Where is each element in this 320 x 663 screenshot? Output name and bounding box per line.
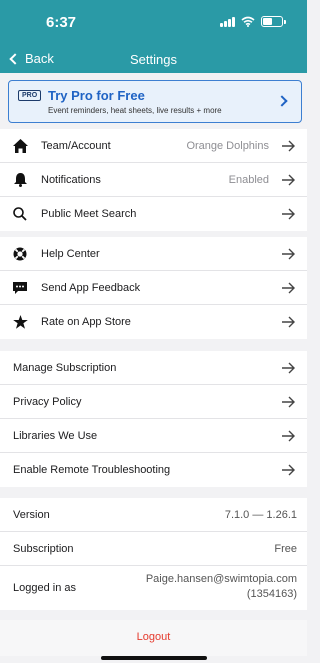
logged-in-value: Paige.hansen@swimtopia.com (1354163) xyxy=(146,572,297,602)
row-value: Enabled xyxy=(228,173,269,186)
status-bar: 6:37 xyxy=(0,0,307,46)
chevron-right-icon xyxy=(276,95,288,107)
arrow-right-icon xyxy=(282,174,295,186)
settings-group-account: Team/Account Orange Dolphins Notificatio… xyxy=(0,129,307,231)
row-label: Help Center xyxy=(41,247,100,260)
row-send-feedback[interactable]: Send App Feedback xyxy=(0,271,307,305)
row-team-account[interactable]: Team/Account Orange Dolphins xyxy=(0,129,307,163)
row-privacy-policy[interactable]: Privacy Policy xyxy=(0,385,307,419)
row-label: Public Meet Search xyxy=(41,208,137,220)
home-indicator xyxy=(101,656,207,660)
status-icons xyxy=(220,16,286,27)
star-icon xyxy=(12,315,28,329)
row-label: Send App Feedback xyxy=(41,281,141,294)
arrow-right-icon xyxy=(282,362,295,374)
subscription-value: Free xyxy=(274,542,297,555)
arrow-right-icon xyxy=(282,396,295,408)
row-label: Team/Account xyxy=(41,139,111,152)
logged-in-email: Paige.hansen@swimtopia.com xyxy=(145,573,297,585)
arrow-right-icon xyxy=(282,282,295,294)
search-icon xyxy=(12,207,28,221)
arrow-right-icon xyxy=(282,248,295,260)
arrow-right-icon xyxy=(282,208,295,220)
row-public-meet-search[interactable]: Public Meet Search xyxy=(0,197,307,231)
row-libraries[interactable]: Libraries We Use xyxy=(0,419,307,453)
row-notifications[interactable]: Notifications Enabled xyxy=(0,163,307,197)
pro-badge: PRO xyxy=(18,90,42,101)
arrow-right-icon xyxy=(282,430,295,442)
bell-icon xyxy=(12,173,28,187)
version-value: 7.1.0 — 1.26.1 xyxy=(224,508,297,521)
pro-banner-title: Try Pro for Free xyxy=(48,88,145,103)
arrow-right-icon xyxy=(282,140,295,152)
row-version: Version 7.1.0 — 1.26.1 xyxy=(0,498,307,532)
try-pro-banner[interactable]: PRO Try Pro for Free Event reminders, he… xyxy=(8,80,302,123)
row-label: Manage Subscription xyxy=(13,361,117,374)
row-label: Notifications xyxy=(41,173,101,186)
row-label: Libraries We Use xyxy=(13,429,98,442)
home-icon xyxy=(12,139,28,153)
lifebuoy-icon xyxy=(12,247,28,261)
wifi-icon xyxy=(241,16,255,27)
row-label: Privacy Policy xyxy=(13,395,82,408)
row-rate-app[interactable]: Rate on App Store xyxy=(0,305,307,339)
logged-in-label: Logged in as xyxy=(13,582,76,594)
chat-bubble-icon xyxy=(12,281,28,295)
page-title: Settings xyxy=(130,52,177,67)
row-manage-subscription[interactable]: Manage Subscription xyxy=(0,351,307,385)
arrow-right-icon xyxy=(282,316,295,328)
arrow-right-icon xyxy=(282,464,295,476)
settings-group-info: Version 7.1.0 — 1.26.1 Subscription Free… xyxy=(0,498,307,610)
settings-group-legal: Manage Subscription Privacy Policy Libra… xyxy=(0,351,307,487)
subscription-label: Subscription xyxy=(13,542,74,555)
row-subscription: Subscription Free xyxy=(0,532,307,566)
nav-bar: Back Settings xyxy=(0,46,307,73)
row-logged-in: Logged in as Paige.hansen@swimtopia.com … xyxy=(0,566,307,610)
logged-in-id: (1354163) xyxy=(246,588,297,600)
version-label: Version xyxy=(13,508,50,521)
settings-group-support: Help Center Send App Feedback Rate on Ap… xyxy=(0,237,307,339)
row-help-center[interactable]: Help Center xyxy=(0,237,307,271)
battery-icon xyxy=(261,16,286,27)
cellular-signal-icon xyxy=(220,16,235,27)
row-value: Orange Dolphins xyxy=(186,139,269,152)
row-label: Rate on App Store xyxy=(41,316,131,328)
row-label: Enable Remote Troubleshooting xyxy=(13,464,171,476)
pro-banner-subtitle: Event reminders, heat sheets, live resul… xyxy=(48,106,222,115)
logout-button[interactable]: Logout xyxy=(0,620,307,656)
row-remote-troubleshooting[interactable]: Enable Remote Troubleshooting xyxy=(0,453,307,487)
status-time: 6:37 xyxy=(46,14,77,31)
